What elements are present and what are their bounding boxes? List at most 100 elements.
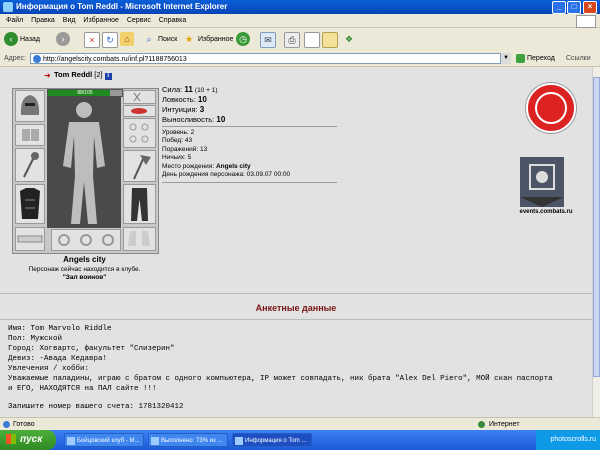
search-icon: ⌕ [146, 34, 152, 45]
system-tray: photoscrolls.ru [536, 430, 600, 450]
stop-icon: × [84, 32, 100, 48]
menu-bar: Файл Правка Вид Избранное Сервис Справка [0, 14, 600, 28]
taskbar: пуск Бойцовский клуб - M... Выполнено: 7… [0, 430, 600, 450]
belt-icon [17, 235, 43, 243]
menu-help[interactable]: Справка [159, 14, 186, 27]
info-icon[interactable]: i [104, 73, 112, 80]
folder-icon [322, 32, 338, 48]
bracer-slot[interactable] [15, 124, 45, 146]
start-button[interactable]: пуск [0, 430, 56, 450]
refresh-icon: ↻ [102, 32, 118, 48]
boots-slot[interactable] [123, 227, 156, 251]
earrings-icon [133, 92, 141, 102]
info-birthplace: Место рождения: Angels city [162, 162, 251, 170]
star-icon: ★ [184, 34, 194, 45]
armor-slot[interactable] [15, 184, 45, 224]
back-button[interactable]: ‹ Назад [4, 32, 40, 48]
amulet-icon [131, 108, 147, 114]
ring-slots[interactable] [51, 229, 121, 251]
address-input[interactable]: http://angelscity.combats.ru/inf.pl?1188… [30, 53, 510, 64]
events-banner-icon[interactable] [520, 157, 564, 207]
windows-flag-icon [6, 434, 16, 445]
scrollbar-thumb[interactable] [593, 77, 600, 377]
status-bar: Готово Интернет [0, 417, 600, 431]
window-titlebar[interactable]: Информация о Tom Reddl - Microsoft Inter… [0, 0, 600, 14]
mail-button[interactable]: ✉ [260, 32, 276, 48]
address-bar: Адрес: http://angelscity.combats.ru/inf.… [0, 52, 600, 67]
favorites-button[interactable]: ★ Избранное [182, 32, 233, 48]
tray-text: photoscrolls.ru [550, 436, 596, 443]
discuss-button[interactable] [322, 32, 338, 48]
helmet-icon [20, 95, 40, 115]
minimize-button[interactable]: _ [552, 1, 566, 14]
earrings-slot[interactable] [123, 90, 156, 104]
menu-favorites[interactable]: Избранное [83, 14, 118, 27]
printer-icon: ⎙ [284, 32, 300, 48]
home-icon: ⌂ [120, 32, 134, 47]
pants-slot[interactable] [123, 184, 156, 224]
profile-line: Запишите номер вашего счета: 1781320412 [8, 403, 184, 411]
weapon-slot[interactable] [15, 148, 45, 182]
taskbar-item[interactable]: Бойцовский клуб - M... [64, 433, 144, 447]
favorites-label: Избранное [197, 36, 234, 43]
menu-tools[interactable]: Сервис [127, 14, 151, 27]
belt-slot[interactable] [15, 227, 45, 251]
maximize-button[interactable]: □ [567, 1, 581, 14]
stop-button[interactable]: × [84, 32, 100, 48]
menu-view[interactable]: Вид [63, 14, 76, 27]
flag-icon [520, 164, 564, 207]
search-button[interactable]: ⌕ Поиск [142, 32, 177, 48]
internet-zone-icon [478, 421, 485, 428]
location-note: Персонаж сейчас находится в клубе. [28, 266, 141, 273]
pants-icon [131, 188, 148, 221]
taskbar-item-active[interactable]: Информация о Tom ... [232, 433, 312, 447]
history-icon: ◷ [236, 32, 250, 47]
axe-icon [133, 155, 151, 180]
axe-slot[interactable] [123, 150, 156, 182]
edit-button[interactable] [304, 32, 320, 48]
character-level: [2] [94, 70, 103, 79]
menu-edit[interactable]: Правка [31, 14, 55, 27]
location-room: "Зал воинов" [62, 274, 107, 281]
profile-line: Город: Хогвартс, факультет "Слизерин" [8, 345, 175, 353]
edit-icon [304, 32, 320, 48]
helmet-slot[interactable] [15, 90, 45, 122]
ring-icon [129, 123, 149, 143]
address-dropdown-icon[interactable]: ▼ [500, 53, 511, 64]
stat-intuition: Интуиция: 3 [162, 105, 205, 114]
mail-icon: ✉ [260, 32, 276, 48]
ie-icon [3, 2, 13, 12]
refresh-button[interactable]: ↻ [102, 32, 118, 48]
home-button[interactable]: ⌂ [120, 32, 134, 48]
download-task-icon [151, 437, 159, 445]
body-silhouette-icon [63, 102, 105, 224]
bracer-icon [22, 129, 39, 141]
amulet-slot[interactable] [123, 105, 156, 117]
links-button[interactable]: Ссылки [566, 52, 591, 66]
stats-divider [162, 126, 337, 127]
messenger-button[interactable]: ❖ [342, 32, 356, 48]
menu-file[interactable]: Файл [6, 14, 23, 27]
character-name: Tom Reddl [54, 70, 93, 79]
address-label: Адрес: [4, 55, 26, 62]
profile-line: Уважаемые паладины, играю с братом с одн… [8, 375, 553, 383]
info-birthday: День рождения персонажа: 03.09.07 00:00 [162, 171, 291, 179]
info-divider [162, 182, 337, 183]
taskbar-item[interactable]: Выполнено: 73% из ... [148, 433, 228, 447]
mace-icon [23, 152, 39, 178]
history-button[interactable]: ◷ [236, 32, 250, 48]
go-button[interactable]: Переход [516, 52, 555, 66]
print-button[interactable]: ⎙ [284, 32, 300, 48]
order-emblem-icon[interactable] [526, 83, 576, 133]
character-equipment-panel: 88/105 [12, 88, 159, 254]
section-divider-top [0, 293, 592, 294]
back-arrow-icon: ‹ [4, 32, 18, 47]
vertical-scrollbar[interactable] [592, 67, 600, 417]
go-arrow-icon [516, 53, 525, 63]
page-icon [33, 55, 41, 63]
close-button[interactable]: × [583, 1, 597, 14]
window-title: Информация о Tom Reddl - Microsoft Inter… [16, 2, 228, 11]
rings-slot[interactable] [123, 118, 156, 148]
forward-button[interactable]: › [56, 32, 70, 48]
events-link[interactable]: events.combats.ru [516, 209, 576, 215]
